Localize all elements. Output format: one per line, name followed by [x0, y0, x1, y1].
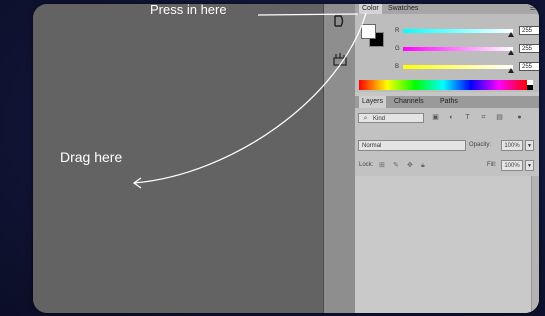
- lock-pixels-icon[interactable]: ✎: [393, 161, 399, 170]
- type-filter-icon[interactable]: T: [463, 114, 472, 122]
- green-slider-label: G: [395, 46, 400, 52]
- tab-swatches[interactable]: Swatches: [385, 4, 421, 14]
- layers-panel: Layers Channels Paths Kind ⌕ ▣ ◐ T ⌗ ▤ ●…: [355, 96, 539, 313]
- tab-paths[interactable]: Paths: [437, 96, 461, 108]
- panel-menu-icon[interactable]: ☰: [530, 5, 536, 13]
- tab-layers[interactable]: Layers: [359, 96, 387, 108]
- layers-panel-tabs: Layers Channels Paths: [355, 96, 539, 108]
- green-value-field[interactable]: 255: [519, 44, 539, 53]
- lock-row: Lock: ⊞ ✎ ✥ 🔒︎ Fill: 100% ▼: [355, 158, 539, 172]
- opacity-dropdown-icon[interactable]: ▼: [525, 140, 534, 151]
- red-slider-row: R 255: [395, 26, 539, 37]
- kind-filter-label: Kind: [373, 116, 386, 122]
- drag-annotation: Drag here: [60, 149, 123, 165]
- black-white-ramp[interactable]: [527, 80, 533, 90]
- adjustments-icon[interactable]: [333, 52, 347, 66]
- fill-field[interactable]: 100%: [501, 160, 523, 171]
- red-slider-label: R: [395, 28, 400, 34]
- smart-object-filter-icon[interactable]: ▤: [495, 114, 504, 122]
- color-panel-tabs: Color Swatches ☰: [355, 4, 539, 14]
- shape-filter-icon[interactable]: ⌗: [479, 114, 488, 122]
- red-slider-thumb[interactable]: [508, 32, 514, 37]
- right-panels: Color Swatches ☰ R 255 G 255 B 255 Layer…: [355, 4, 539, 313]
- blue-slider-track[interactable]: [403, 65, 513, 69]
- press-annotation: Press in here: [150, 2, 227, 17]
- blend-mode-row: Normal Opacity: 100% ▼: [355, 138, 539, 152]
- layers-list[interactable]: [355, 176, 531, 313]
- foreground-color-swatch[interactable]: [361, 24, 376, 39]
- lock-all-icon[interactable]: 🔒︎: [421, 161, 425, 170]
- green-slider-row: G 255: [395, 44, 539, 55]
- history-brush-icon[interactable]: [333, 14, 347, 28]
- lock-transparent-icon[interactable]: ⊞: [379, 161, 385, 170]
- layer-filter-toolbar: Kind ⌕ ▣ ◐ T ⌗ ▤ ●: [355, 110, 539, 126]
- fill-dropdown-icon[interactable]: ▼: [525, 160, 534, 171]
- filter-toggle-icon[interactable]: ●: [515, 114, 524, 122]
- blue-slider-row: B 255: [395, 62, 539, 73]
- green-slider-track[interactable]: [403, 47, 513, 51]
- green-slider-thumb[interactable]: [508, 50, 514, 55]
- lock-label: Lock:: [359, 162, 374, 168]
- lock-position-icon[interactable]: ✥: [407, 161, 413, 170]
- blend-mode-select[interactable]: Normal: [358, 140, 466, 151]
- fg-bg-color-selector[interactable]: [359, 22, 385, 48]
- opacity-label: Opacity:: [469, 142, 492, 148]
- tab-color[interactable]: Color: [359, 4, 382, 14]
- tab-channels[interactable]: Channels: [391, 96, 427, 108]
- color-panel: Color Swatches ☰ R 255 G 255 B 255: [355, 4, 539, 92]
- blue-value-field[interactable]: 255: [519, 62, 539, 71]
- search-icon: ⌕: [363, 115, 368, 122]
- opacity-field[interactable]: 100%: [501, 140, 523, 151]
- adjustment-filter-icon[interactable]: ◐: [447, 114, 456, 122]
- layers-scrollbar[interactable]: [531, 176, 539, 313]
- blue-slider-label: B: [395, 64, 400, 70]
- color-spectrum-ramp[interactable]: [359, 80, 527, 90]
- red-value-field[interactable]: 255: [519, 26, 539, 35]
- red-slider-track[interactable]: [403, 29, 513, 33]
- blue-slider-thumb[interactable]: [508, 68, 514, 73]
- fill-label: Fill:: [487, 162, 497, 168]
- image-filter-icon[interactable]: ▣: [431, 114, 440, 122]
- panel-dock-strip[interactable]: [323, 4, 357, 313]
